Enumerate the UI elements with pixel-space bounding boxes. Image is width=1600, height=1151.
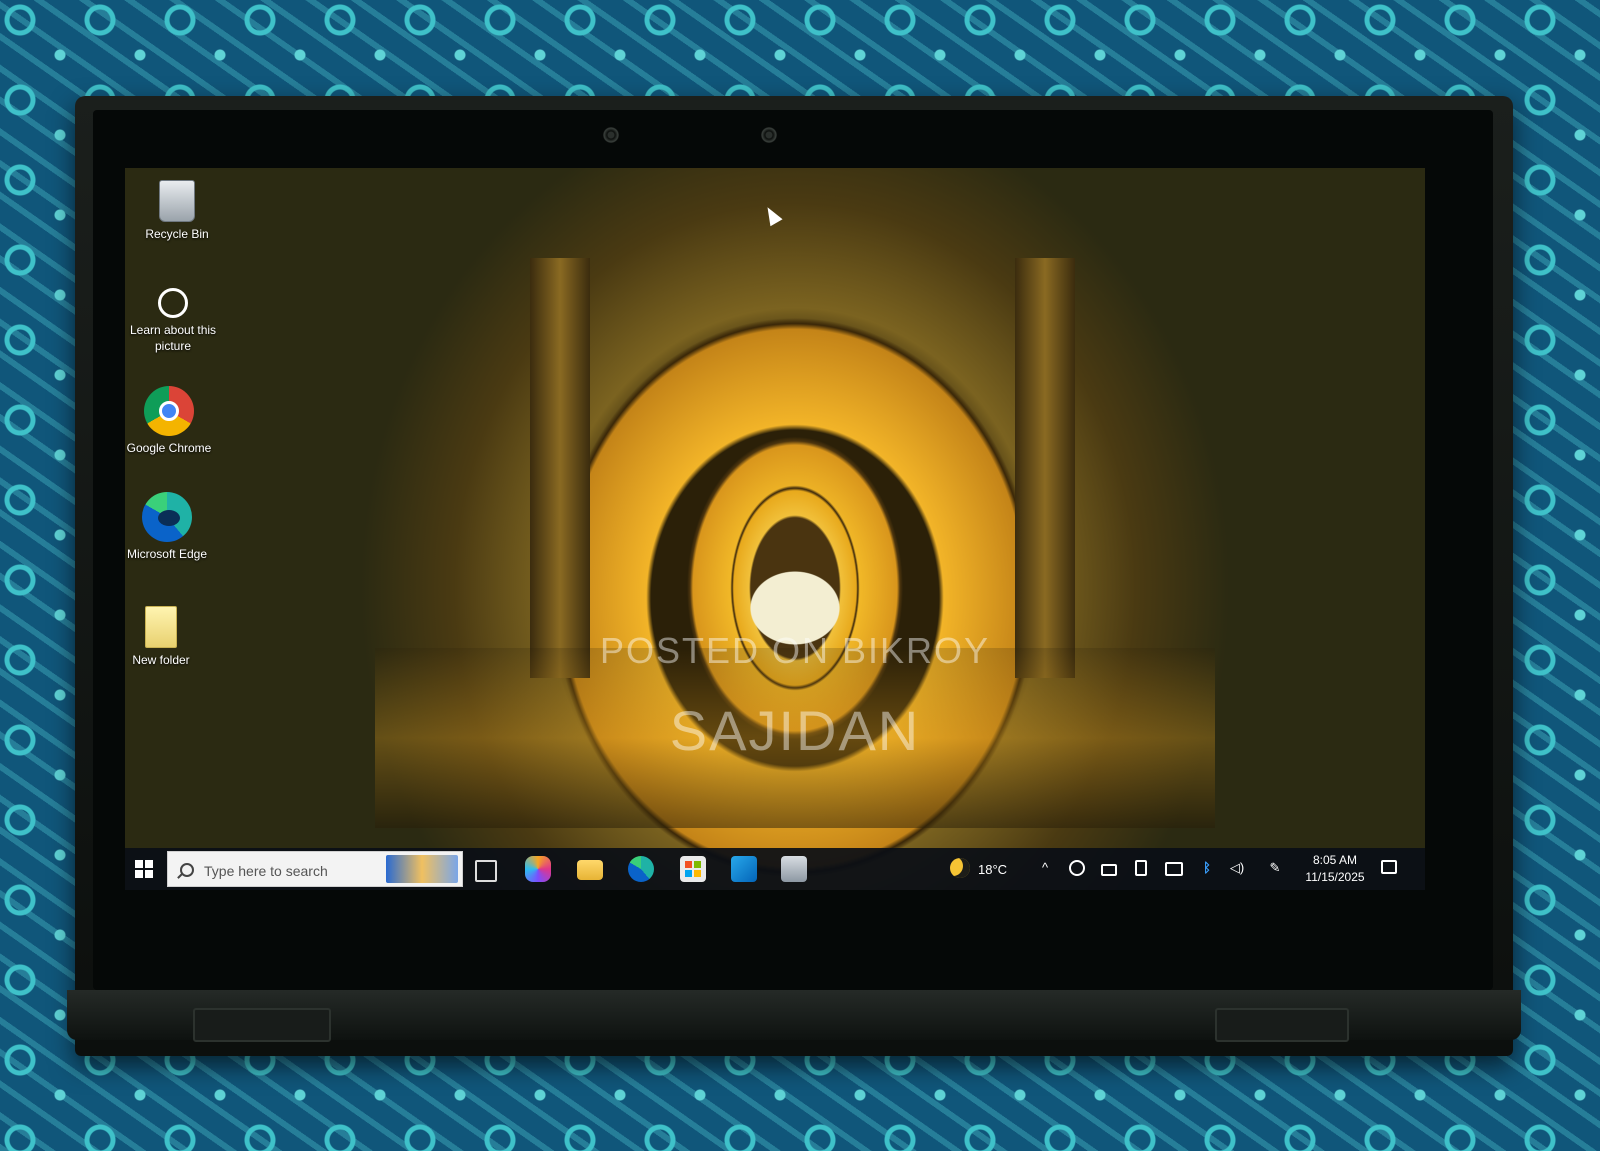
edge-icon bbox=[142, 492, 192, 542]
app-icon[interactable] bbox=[781, 856, 807, 882]
file-explorer-icon[interactable] bbox=[577, 860, 603, 880]
desktop-screen[interactable]: POSTED ON BIKROY SAJIDAN Recycle Bin Lea… bbox=[125, 168, 1425, 890]
taskbar: 18°C ^ ᛒ ◁) ✎ 8:05 AM 11/15/2025 bbox=[125, 848, 1425, 890]
battery-icon[interactable] bbox=[1101, 864, 1117, 876]
watermark-line-2: SAJIDAN bbox=[669, 699, 921, 762]
folder-icon bbox=[145, 606, 177, 648]
taskbar-search-box[interactable] bbox=[167, 851, 463, 887]
desktop-icon-label: Google Chrome bbox=[126, 441, 212, 455]
task-view-icon[interactable] bbox=[475, 860, 497, 882]
edge-icon[interactable] bbox=[628, 856, 654, 882]
wallpaper-pillar bbox=[1015, 258, 1075, 678]
desktop-icon-learn-about-picture[interactable]: Learn about this picture bbox=[125, 288, 221, 354]
desktop-icon-recycle-bin[interactable]: Recycle Bin bbox=[129, 180, 225, 242]
taskbar-clock[interactable]: 8:05 AM 11/15/2025 bbox=[1300, 852, 1370, 886]
recycle-bin-icon bbox=[159, 180, 195, 222]
volume-icon[interactable]: ◁) bbox=[1229, 860, 1245, 876]
camera-info-icon bbox=[158, 288, 188, 318]
desktop-icon-label: Learn about this picture bbox=[129, 323, 217, 353]
clock-date: 11/15/2025 bbox=[1305, 870, 1365, 884]
moon-icon[interactable] bbox=[950, 858, 970, 878]
pen-icon[interactable]: ✎ bbox=[1267, 860, 1283, 876]
search-icon bbox=[180, 863, 194, 877]
notification-icon[interactable] bbox=[1381, 860, 1397, 874]
camera-left bbox=[603, 127, 619, 143]
desktop-icon-label: Recycle Bin bbox=[145, 227, 209, 241]
camera-right bbox=[761, 127, 777, 143]
desktop-icon-microsoft-edge[interactable]: Microsoft Edge bbox=[125, 492, 215, 562]
mouse-cursor bbox=[761, 203, 783, 227]
bluetooth-icon[interactable]: ᛒ bbox=[1199, 860, 1215, 876]
copilot-icon[interactable] bbox=[525, 856, 551, 882]
weather-temperature[interactable]: 18°C bbox=[978, 848, 1007, 890]
desktop-icon-label: Microsoft Edge bbox=[126, 547, 208, 561]
watermark-line-1: POSTED ON BIKROY bbox=[599, 630, 991, 671]
chrome-icon bbox=[144, 386, 194, 436]
outlook-icon[interactable] bbox=[731, 856, 757, 882]
hinge-right bbox=[1215, 1008, 1349, 1042]
screen-icon[interactable] bbox=[1165, 862, 1183, 876]
chevron-up-icon[interactable]: ^ bbox=[1037, 860, 1053, 876]
hinge-left bbox=[193, 1008, 331, 1042]
phone-link-icon[interactable] bbox=[1135, 860, 1147, 876]
desktop-icon-google-chrome[interactable]: Google Chrome bbox=[125, 386, 217, 456]
desktop-icon-new-folder[interactable]: New folder bbox=[125, 606, 209, 668]
wallpaper-pillar bbox=[530, 258, 590, 678]
windows-start-icon[interactable] bbox=[135, 860, 153, 878]
microsoft-store-icon[interactable] bbox=[680, 856, 706, 882]
globe-icon[interactable] bbox=[1069, 860, 1085, 876]
clock-time: 8:05 AM bbox=[1312, 853, 1358, 867]
search-input[interactable] bbox=[202, 860, 386, 882]
search-highlight-image[interactable] bbox=[386, 855, 458, 883]
desktop-icon-label: New folder bbox=[132, 653, 190, 667]
